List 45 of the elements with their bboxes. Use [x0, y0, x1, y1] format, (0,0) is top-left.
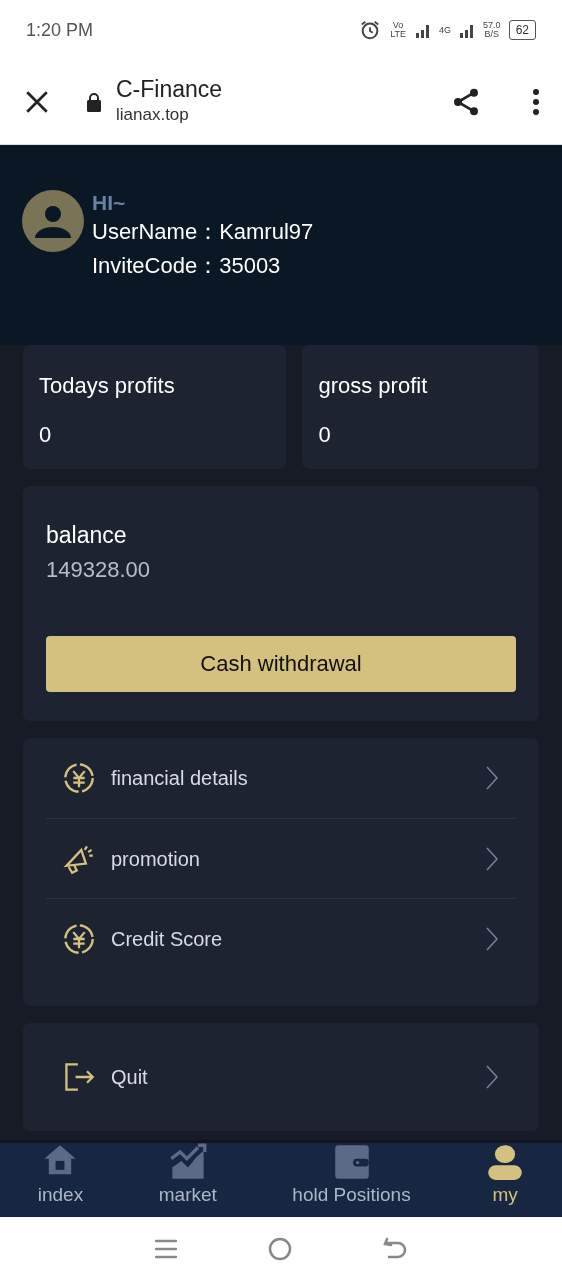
- chevron-right-icon: [485, 1064, 499, 1090]
- home-button-icon[interactable]: [268, 1236, 292, 1261]
- menu-item[interactable]: promotion: [46, 818, 516, 898]
- volte-label: Vo LTE: [389, 21, 407, 39]
- menu-item[interactable]: Credit Score: [46, 898, 516, 978]
- signal-icon: [415, 22, 432, 38]
- tab[interactable]: index: [0, 1143, 121, 1217]
- status-time: 1:20 PM: [26, 18, 94, 42]
- tab[interactable]: market: [120, 1143, 255, 1217]
- stat-value: 0: [39, 421, 53, 449]
- stat-label: Todays profits: [39, 372, 176, 400]
- chevron-right-icon: [485, 845, 499, 872]
- username-text: UserName：Kamrul97: [92, 218, 314, 247]
- yen-coin-icon: [63, 922, 95, 955]
- invite-code-text: InviteCode：35003: [92, 252, 282, 281]
- user-icon: [486, 1143, 525, 1181]
- more-icon[interactable]: [532, 88, 540, 116]
- chevron-right-icon: [485, 765, 499, 791]
- close-icon[interactable]: [24, 89, 50, 115]
- withdraw-button[interactable]: Cash withdrawal: [46, 635, 516, 692]
- yen-coin-icon: [63, 762, 95, 794]
- wallet-icon: [332, 1143, 371, 1181]
- balance-value: 149328.00: [46, 555, 151, 584]
- menu-item[interactable]: Quit: [46, 1037, 516, 1117]
- tab[interactable]: hold Positions: [254, 1143, 449, 1217]
- stat-value: 0: [318, 421, 332, 449]
- speed-value: 57.0: [483, 21, 501, 30]
- chevron-right-icon: [485, 925, 499, 952]
- lock-icon: [86, 92, 102, 112]
- greeting: HI~: [92, 190, 127, 216]
- exit-icon: [63, 1061, 95, 1093]
- speed-unit: B/S: [483, 30, 501, 39]
- stat-label: gross profit: [318, 372, 429, 400]
- avatar: [22, 190, 84, 252]
- menu-item[interactable]: financial details: [46, 738, 516, 818]
- page-url: lianax.top: [116, 103, 190, 126]
- network-label: 4G: [439, 25, 452, 35]
- back-icon[interactable]: [382, 1236, 407, 1261]
- menu-icon[interactable]: [155, 1237, 178, 1260]
- balance-label: balance: [46, 521, 128, 550]
- chart-icon: [168, 1143, 207, 1181]
- battery-level: 62: [508, 20, 536, 40]
- signal-icon: [459, 22, 476, 38]
- page-title: C-Finance: [116, 76, 223, 102]
- tab[interactable]: my: [448, 1143, 562, 1217]
